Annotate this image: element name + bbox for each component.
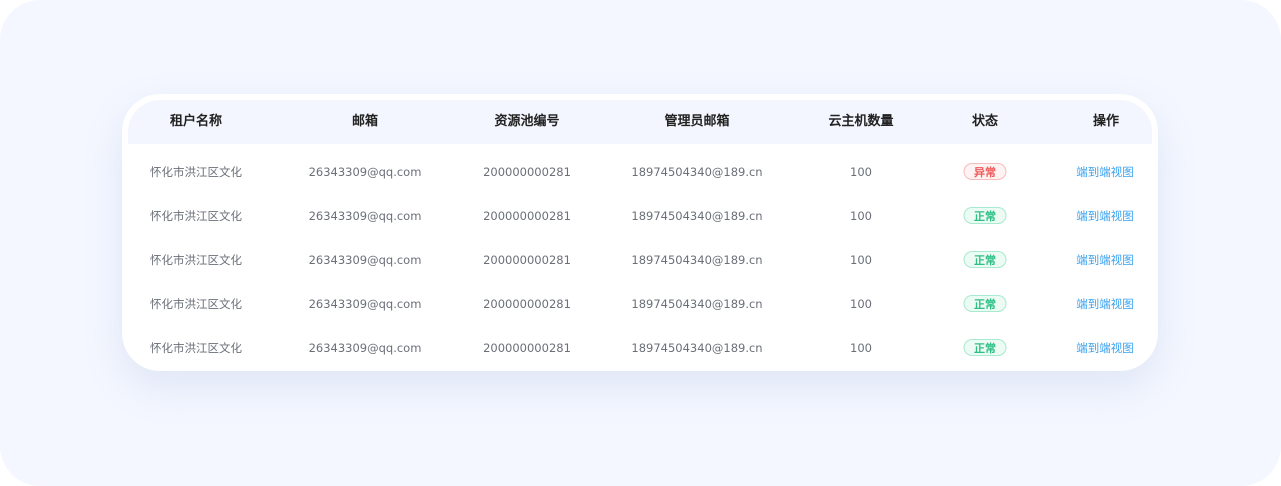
email-cell: 26343309@qq.com bbox=[308, 209, 422, 223]
table-header: 租户名称 邮箱 资源池编号 管理员邮箱 云主机数量 状态 操作 bbox=[128, 100, 1152, 144]
vm-count-cell: 100 bbox=[850, 209, 872, 223]
status-badge: 正常 bbox=[963, 339, 1007, 356]
column-header-pool-id: 资源池编号 bbox=[494, 114, 560, 129]
tenant-name-cell: 怀化市洪江区文化 bbox=[150, 165, 242, 179]
column-header-tenant-name: 租户名称 bbox=[169, 114, 223, 129]
table-row: 怀化市洪江区文化 26343309@qq.com 200000000281 18974… bbox=[122, 282, 1158, 326]
status-badge: 正常 bbox=[963, 207, 1007, 224]
status-badge: 正常 bbox=[963, 295, 1007, 312]
admin-email-cell: 18974504340@189.cn bbox=[631, 209, 763, 223]
admin-email-cell: 18974504340@189.cn bbox=[631, 341, 763, 355]
vm-count-cell: 100 bbox=[850, 341, 872, 355]
column-header-status: 状态 bbox=[971, 114, 999, 129]
table-row: 怀化市洪江区文化 26343309@qq.com 200000000281 18974… bbox=[122, 194, 1158, 238]
column-header-action: 操作 bbox=[1092, 114, 1120, 129]
email-cell: 26343309@qq.com bbox=[308, 297, 422, 311]
pool-id-cell: 200000000281 bbox=[483, 253, 571, 267]
end-to-end-view-link[interactable]: 端到端视图 bbox=[1076, 238, 1134, 282]
status-badge: 正常 bbox=[963, 251, 1007, 268]
end-to-end-view-link[interactable]: 端到端视图 bbox=[1076, 326, 1134, 370]
email-cell: 26343309@qq.com bbox=[308, 253, 422, 267]
table-row: 怀化市洪江区文化 26343309@qq.com 200000000281 18974… bbox=[122, 326, 1158, 370]
pool-id-cell: 200000000281 bbox=[483, 165, 571, 179]
page-background: 租户名称 邮箱 资源池编号 管理员邮箱 云主机数量 状态 操作 怀化市洪江区文化… bbox=[0, 0, 1281, 486]
end-to-end-view-link[interactable]: 端到端视图 bbox=[1076, 150, 1134, 194]
column-header-admin-email: 管理员邮箱 bbox=[664, 114, 730, 129]
pool-id-cell: 200000000281 bbox=[483, 341, 571, 355]
column-header-vm-count: 云主机数量 bbox=[828, 114, 894, 129]
tenant-name-cell: 怀化市洪江区文化 bbox=[150, 297, 242, 311]
tenant-name-cell: 怀化市洪江区文化 bbox=[150, 253, 242, 267]
column-header-email: 邮箱 bbox=[351, 114, 379, 129]
admin-email-cell: 18974504340@189.cn bbox=[631, 297, 763, 311]
vm-count-cell: 100 bbox=[850, 297, 872, 311]
pool-id-cell: 200000000281 bbox=[483, 297, 571, 311]
admin-email-cell: 18974504340@189.cn bbox=[631, 253, 763, 267]
email-cell: 26343309@qq.com bbox=[308, 165, 422, 179]
status-badge: 异常 bbox=[963, 163, 1007, 180]
vm-count-cell: 100 bbox=[850, 165, 872, 179]
tenant-name-cell: 怀化市洪江区文化 bbox=[150, 209, 242, 223]
vm-count-cell: 100 bbox=[850, 253, 872, 267]
table-row: 怀化市洪江区文化 26343309@qq.com 200000000281 18974… bbox=[122, 238, 1158, 282]
admin-email-cell: 18974504340@189.cn bbox=[631, 165, 763, 179]
end-to-end-view-link[interactable]: 端到端视图 bbox=[1076, 282, 1134, 326]
end-to-end-view-link[interactable]: 端到端视图 bbox=[1076, 194, 1134, 238]
tenant-name-cell: 怀化市洪江区文化 bbox=[150, 341, 242, 355]
pool-id-cell: 200000000281 bbox=[483, 209, 571, 223]
email-cell: 26343309@qq.com bbox=[308, 341, 422, 355]
table-row: 怀化市洪江区文化 26343309@qq.com 200000000281 18974… bbox=[122, 150, 1158, 194]
tenant-table: 租户名称 邮箱 资源池编号 管理员邮箱 云主机数量 状态 操作 怀化市洪江区文化… bbox=[122, 94, 1158, 371]
